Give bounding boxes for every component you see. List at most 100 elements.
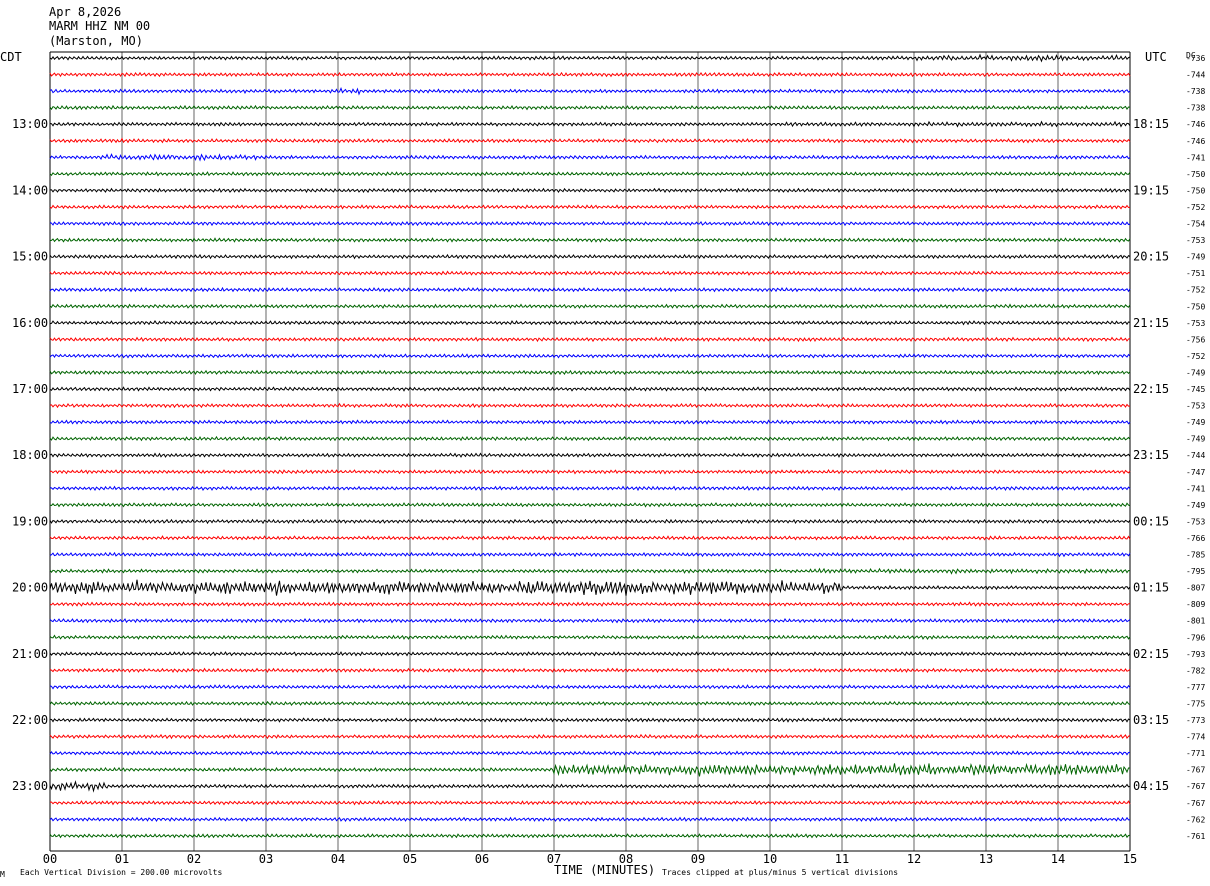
dc-offset-label: -796	[1186, 633, 1205, 642]
trace-line	[49, 535, 1131, 541]
dc-offset-label: -745	[1186, 385, 1205, 394]
dc-offset-label: -753	[1186, 319, 1205, 328]
trace-line	[49, 780, 1131, 793]
left-time-label: 14:00	[12, 183, 48, 197]
trace-line	[49, 237, 1131, 243]
x-tick-label: 00	[43, 852, 57, 866]
dc-offset-label: -771	[1186, 749, 1205, 758]
trace-line	[49, 402, 1131, 409]
dc-offset-label: -767	[1186, 766, 1205, 775]
dc-offset-label: -807	[1186, 584, 1205, 593]
dc-offset-label: -761	[1186, 832, 1205, 841]
dc-offset-label: -749	[1186, 501, 1205, 510]
dc-offset-label: -752	[1186, 286, 1205, 295]
dc-offset-label: -774	[1186, 733, 1205, 742]
scale-note: Each Vertical Division = 200.00 microvol…	[20, 868, 222, 877]
trace-line	[49, 220, 1131, 227]
right-time-label: 04:15	[1133, 779, 1169, 793]
right-time-label: 01:15	[1133, 581, 1169, 595]
trace-line	[49, 618, 1131, 624]
dc-offset-label: -766	[1186, 534, 1205, 543]
x-tick-label: 11	[835, 852, 849, 866]
trace-line	[49, 336, 1131, 343]
dc-offset-label: -767	[1186, 782, 1205, 791]
dc-offset-label: -767	[1186, 799, 1205, 808]
trace-line	[49, 601, 1131, 607]
trace-line	[49, 187, 1131, 194]
trace-line	[49, 353, 1131, 359]
dc-offset-label: -750	[1186, 170, 1205, 179]
dc-offset-labels: -736 -744 -738 -738 -746 -746 -741 -750 -750 -752…	[1186, 54, 1205, 841]
dc-offset-label: -738	[1186, 104, 1205, 113]
dc-offset-label: -785	[1186, 551, 1205, 560]
dc-offset-label: -752	[1186, 203, 1205, 212]
trace-line	[49, 485, 1131, 492]
trace-line	[49, 816, 1131, 822]
x-tick-label: 03	[259, 852, 273, 866]
left-time-label: 23:00	[12, 779, 48, 793]
trace-line	[49, 87, 1131, 96]
trace-line	[49, 717, 1131, 723]
trace-line	[49, 567, 1131, 575]
right-time-label: 19:15	[1133, 183, 1169, 197]
dc-offset-label: -747	[1186, 468, 1205, 477]
trace-line	[49, 286, 1131, 293]
trace-line	[49, 579, 1131, 596]
trace-line	[49, 171, 1131, 177]
left-time-label: 16:00	[12, 316, 48, 330]
right-time-label: 03:15	[1133, 713, 1169, 727]
right-time-label: 23:15	[1133, 448, 1169, 462]
trace-line	[49, 733, 1131, 740]
trace-line	[49, 762, 1130, 777]
dc-offset-label: -744	[1186, 71, 1205, 80]
x-tick-label: 12	[907, 852, 921, 866]
left-time-label: 19:00	[12, 514, 48, 528]
corner-mark: M	[0, 870, 5, 879]
dc-offset-label: -777	[1186, 683, 1205, 692]
dc-offset-label: -741	[1186, 153, 1205, 162]
trace-line	[49, 551, 1131, 558]
right-time-label: 21:15	[1133, 316, 1169, 330]
dc-offset-label: -754	[1186, 220, 1205, 229]
trace-line	[49, 750, 1131, 756]
trace-line	[49, 386, 1131, 392]
helicorder-plot: Apr 8,2026 MARM HHZ NM 00 (Marston, MO) …	[0, 5, 1205, 879]
right-zone-label: UTC	[1145, 50, 1167, 64]
dc-offset-label: -746	[1186, 137, 1205, 146]
trace-line	[49, 419, 1131, 425]
trace-line	[49, 53, 1131, 63]
trace-line	[49, 468, 1131, 475]
trace-line	[49, 320, 1131, 326]
left-zone-label: CDT	[0, 50, 22, 64]
dc-offset-label: -753	[1186, 517, 1205, 526]
dc-offset-label: -809	[1186, 600, 1205, 609]
trace-line	[49, 667, 1131, 674]
trace-line	[49, 153, 1131, 162]
right-time-label: 22:15	[1133, 382, 1169, 396]
right-time-label: 18:15	[1133, 117, 1169, 131]
dc-offset-label: -801	[1186, 617, 1205, 626]
left-time-label: 15:00	[12, 250, 48, 264]
dc-offset-label: -749	[1186, 418, 1205, 427]
dc-offset-label: -775	[1186, 699, 1205, 708]
left-time-label: 22:00	[12, 713, 48, 727]
dc-offset-label: -738	[1186, 87, 1205, 96]
dc-offset-label: -762	[1186, 815, 1205, 824]
traces	[49, 53, 1131, 839]
dc-offset-label: -750	[1186, 302, 1205, 311]
station-label: MARM HHZ NM 00	[49, 19, 150, 33]
dc-offset-label: -752	[1186, 352, 1205, 361]
trace-line	[49, 452, 1131, 458]
x-tick-label: 15	[1123, 852, 1137, 866]
left-time-label: 20:00	[12, 581, 48, 595]
x-tick-label: 01	[115, 852, 129, 866]
trace-line	[49, 435, 1131, 442]
trace-line	[49, 71, 1131, 78]
dc-offset-label: -741	[1186, 484, 1205, 493]
trace-line	[49, 369, 1131, 376]
trace-line	[49, 800, 1131, 806]
trace-line	[49, 651, 1131, 657]
dc-offset-label: -753	[1186, 236, 1205, 245]
dc-offset-label: -736	[1186, 54, 1205, 63]
trace-line	[49, 270, 1131, 276]
